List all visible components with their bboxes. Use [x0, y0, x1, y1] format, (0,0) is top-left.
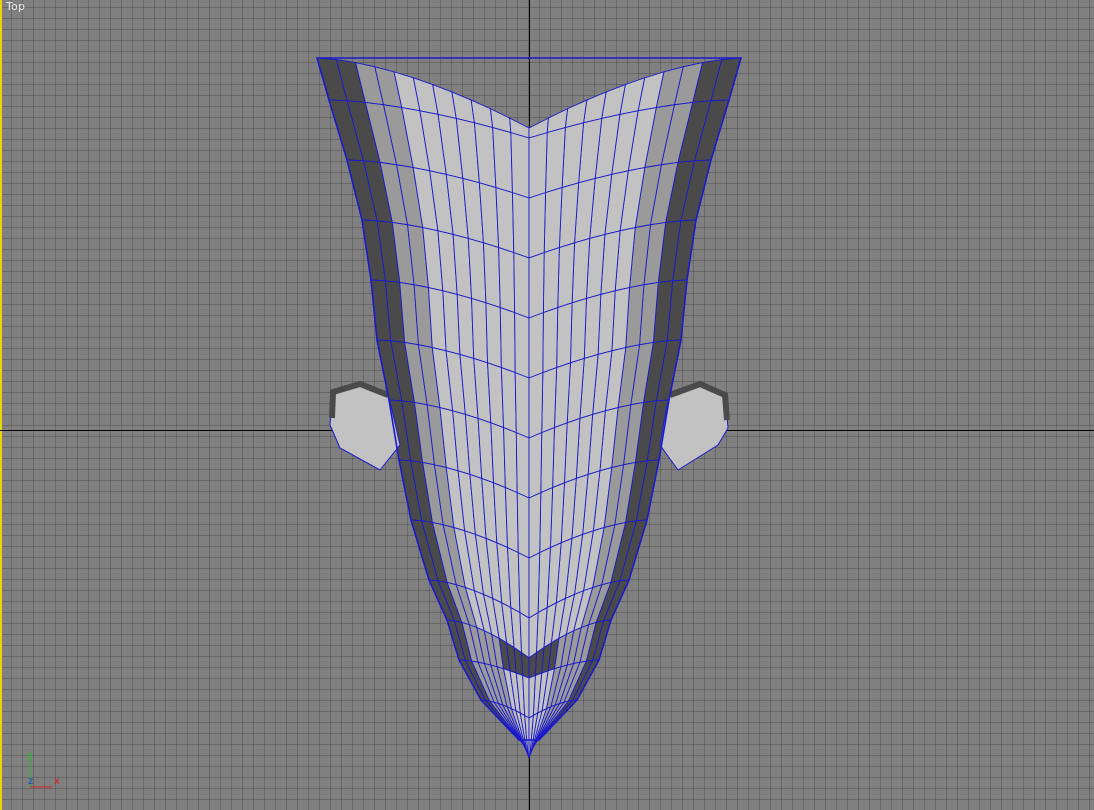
mesh-face — [490, 422, 506, 489]
mesh-face — [513, 251, 530, 319]
mesh-face — [528, 311, 544, 379]
mesh-face — [498, 246, 516, 314]
mesh-face — [552, 422, 568, 489]
mesh-face — [519, 611, 530, 659]
mesh-face — [541, 366, 558, 434]
mesh-face — [583, 293, 602, 360]
mesh-face — [516, 491, 530, 559]
mesh-face — [511, 192, 530, 259]
mesh-face — [517, 551, 530, 619]
viewport-label[interactable]: Top — [6, 0, 25, 13]
mesh-face — [510, 132, 530, 199]
mesh-face — [557, 242, 576, 309]
mesh-face — [514, 371, 530, 439]
mesh-face — [528, 611, 539, 659]
mesh-face — [492, 126, 513, 194]
mesh-face — [528, 551, 541, 619]
top-viewport[interactable]: Top y x z — [0, 0, 1094, 810]
mesh-face — [499, 306, 516, 374]
mesh-face — [528, 431, 543, 499]
mesh-polygons — [316, 57, 742, 759]
mesh-face — [569, 297, 587, 364]
mesh-face — [471, 297, 489, 364]
gizmo-z-label: z — [28, 776, 33, 787]
mesh-face — [528, 371, 544, 439]
mesh-face — [539, 486, 554, 554]
mesh-face — [482, 242, 501, 309]
mesh-face — [503, 426, 518, 494]
mesh-face — [528, 132, 548, 199]
head-mesh[interactable] — [0, 0, 1094, 810]
gizmo-y-label: y — [27, 750, 33, 761]
axis-gizmo: y x z — [27, 750, 60, 788]
mesh-face — [456, 293, 475, 360]
mesh-face — [542, 306, 559, 374]
mesh-face — [528, 251, 545, 319]
mesh-face — [515, 431, 530, 499]
mesh-face — [504, 486, 519, 554]
mesh-face — [528, 491, 542, 559]
mesh-face — [528, 192, 547, 259]
mesh-face — [545, 126, 566, 194]
mesh-face — [485, 302, 502, 369]
mesh-face — [500, 366, 517, 434]
mesh-face — [542, 246, 560, 314]
mesh-face — [495, 186, 515, 254]
mesh-face — [514, 311, 530, 379]
mesh-face — [556, 302, 573, 369]
mesh-face — [543, 186, 563, 254]
gizmo-x-label: x — [54, 776, 60, 787]
mesh-face — [540, 426, 555, 494]
